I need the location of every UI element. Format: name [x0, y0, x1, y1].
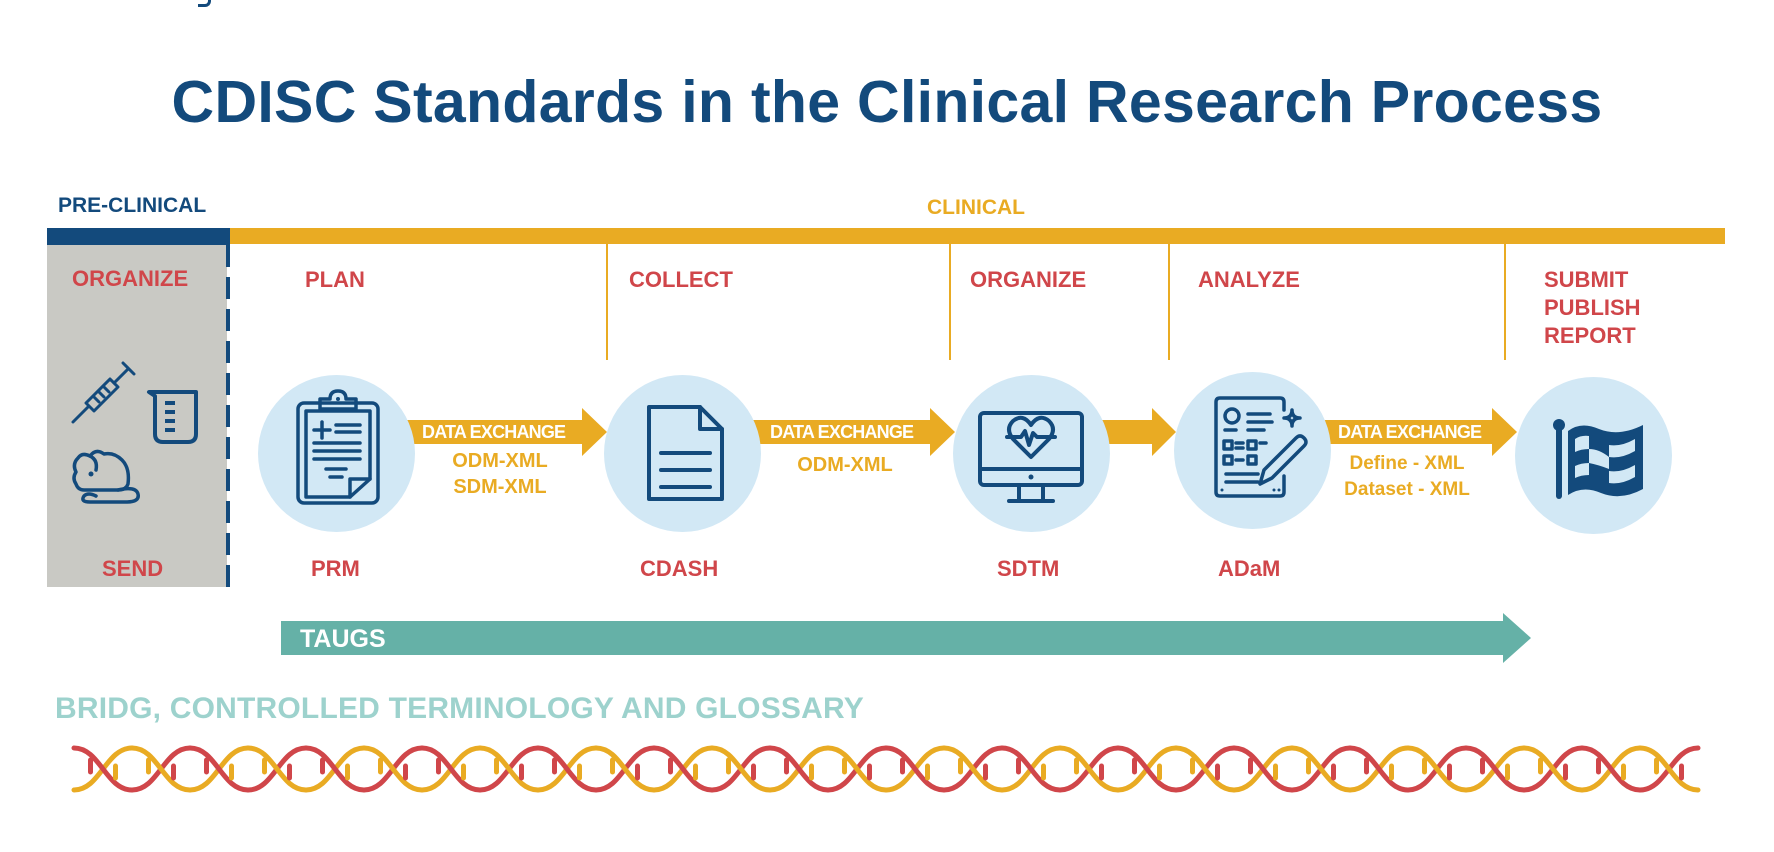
stage-plan: PLAN	[305, 267, 365, 292]
taugs-arrow	[281, 613, 1531, 663]
dna-strand	[1347, 745, 1411, 793]
stage-organize: ORGANIZE	[970, 267, 1087, 292]
dna-strand	[1579, 745, 1643, 793]
dna-strand	[187, 745, 251, 793]
dna-strand	[361, 745, 425, 793]
dna-strand	[1637, 745, 1701, 793]
dna-strand	[1115, 745, 1179, 793]
clinical-heading: CLINICAL	[927, 196, 1025, 219]
dna-strand	[883, 745, 947, 793]
cropped-letter-fragment	[198, 0, 211, 7]
stage-analyze: ANALYZE	[1198, 267, 1300, 292]
dna-strand	[767, 745, 831, 793]
dna-strand	[825, 745, 889, 793]
exchange-formats-4: Define - XML Dataset - XML	[1322, 451, 1492, 503]
stage-divider	[606, 244, 608, 360]
exchange-formats-1: ODM-XML SDM-XML	[410, 448, 590, 500]
preclinical-stage-organize: ORGANIZE	[72, 266, 189, 291]
dna-strand	[709, 745, 773, 793]
process-arrow-3	[1100, 408, 1176, 456]
preclinical-bar	[47, 228, 230, 245]
data-exchange-label: DATA EXCHANGE	[770, 422, 914, 442]
dna-strand	[419, 745, 483, 793]
dna-strand	[593, 745, 657, 793]
dna-strand	[999, 745, 1063, 793]
stage-divider	[949, 244, 951, 360]
stage-submit: SUBMIT	[1544, 267, 1629, 292]
submission-circle	[1515, 377, 1672, 534]
format-odm-xml: ODM-XML	[797, 454, 893, 476]
dna-strand	[245, 745, 309, 793]
taugs-label: TAUGS	[300, 625, 386, 653]
checkered-flag-icon	[1553, 419, 1643, 499]
standard-adam: ADaM	[1218, 556, 1281, 581]
foundation-label: BRIDG, CONTROLLED TERMINOLOGY AND GLOSSA…	[55, 692, 864, 725]
dna-strand	[941, 745, 1005, 793]
stage-publish: PUBLISH	[1544, 295, 1641, 320]
dna-strand	[303, 745, 367, 793]
clinical-bar	[230, 228, 1725, 244]
dna-strand	[1173, 745, 1237, 793]
standard-prm: PRM	[311, 556, 360, 581]
data-exchange-label: DATA EXCHANGE	[1338, 422, 1482, 442]
mouse-icon	[72, 449, 140, 504]
report-pencil-icon	[1214, 396, 1308, 498]
stage-collect: COLLECT	[629, 267, 733, 292]
data-exchange-arrow-4: DATA EXCHANGE	[1320, 408, 1517, 456]
clipboard-icon	[296, 389, 380, 505]
stage-divider	[1168, 244, 1170, 360]
dna-strand	[1057, 745, 1121, 793]
syringe-icon	[71, 361, 136, 424]
data-exchange-label: DATA EXCHANGE	[422, 422, 566, 442]
dna-strand	[535, 745, 599, 793]
dna-strand	[1521, 745, 1585, 793]
stage-divider	[1504, 244, 1506, 360]
preclinical-dashed-divider	[226, 245, 230, 587]
format-dataset-xml: Dataset - XML	[1344, 479, 1470, 500]
stage-report: REPORT	[1544, 323, 1636, 348]
standard-sdtm: SDTM	[997, 556, 1060, 581]
page-title: CDISC Standards in the Clinical Research…	[171, 69, 1603, 135]
prm-circle	[258, 375, 415, 532]
dna-helix-icon	[71, 745, 1701, 793]
stage-submit-publish-report: SUBMIT PUBLISH REPORT	[1544, 266, 1641, 350]
dna-strand	[129, 745, 193, 793]
preclinical-heading: PRE-CLINICAL	[58, 194, 207, 217]
exchange-formats-2: ODM-XML	[760, 452, 930, 478]
beaker-icon	[147, 390, 198, 444]
standard-send: SEND	[102, 556, 164, 581]
dna-strand	[1289, 745, 1353, 793]
dna-strand	[1463, 745, 1527, 793]
format-sdm-xml: SDM-XML	[453, 476, 547, 498]
standard-cdash: CDASH	[640, 556, 719, 581]
dna-strand	[651, 745, 715, 793]
dna-strand	[477, 745, 541, 793]
adam-circle	[1174, 372, 1331, 529]
document-icon	[647, 405, 724, 501]
dna-strand	[1405, 745, 1469, 793]
format-odm-xml: ODM-XML	[452, 450, 548, 472]
sdtm-circle	[953, 375, 1110, 532]
monitor-heart-icon	[978, 411, 1084, 503]
cdash-circle	[604, 375, 761, 532]
dna-strand	[71, 745, 135, 793]
dna-strand	[1231, 745, 1295, 793]
format-define-xml: Define - XML	[1349, 453, 1465, 474]
data-exchange-arrow-2: DATA EXCHANGE	[750, 408, 955, 456]
